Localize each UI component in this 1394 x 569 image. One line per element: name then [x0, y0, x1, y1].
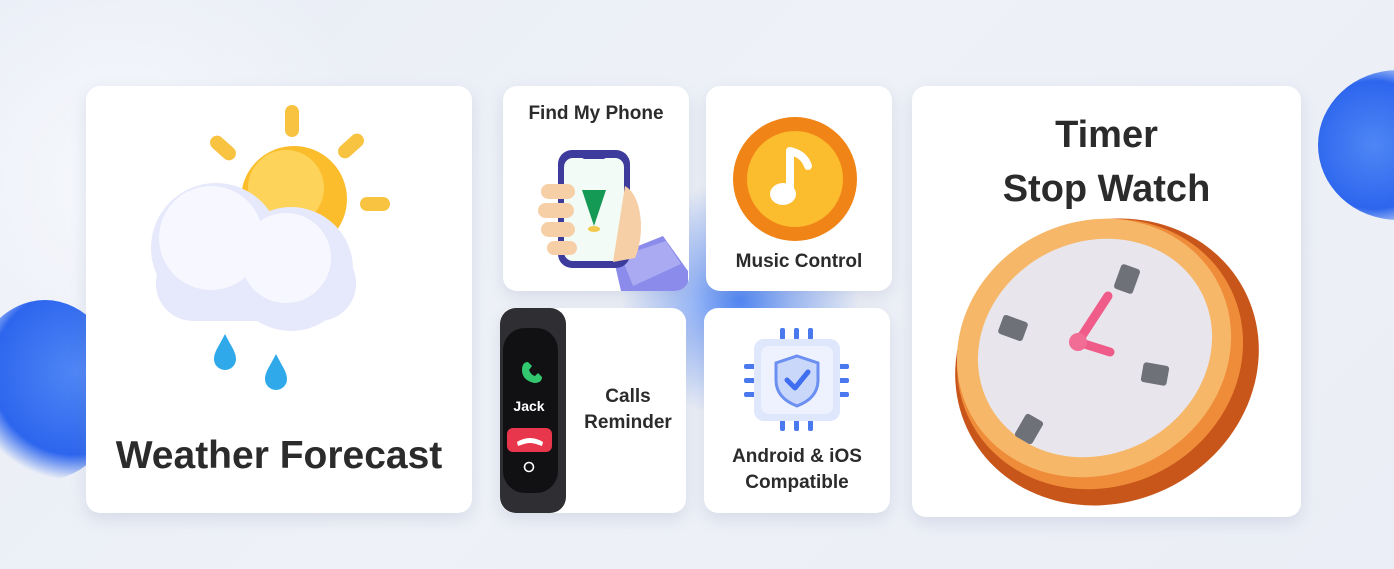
find-my-phone-card: Find My Phone [503, 86, 689, 291]
phone-locate-icon [538, 150, 688, 291]
compat-label-line1: Android & iOS [732, 446, 862, 467]
weather-forecast-card: Weather Forecast [86, 86, 472, 513]
timer-stopwatch-card: Timer Stop Watch [912, 86, 1301, 517]
background-blue-blob-right [1318, 70, 1394, 220]
music-control-card: Music Control [706, 86, 892, 291]
caller-name: Jack [513, 398, 545, 414]
calls-reminder-card: Jack Calls Reminder [500, 308, 686, 513]
calls-label-line1: Calls [605, 386, 651, 407]
compatibility-card: Android & iOS Compatible [704, 308, 890, 513]
feature-banner: Weather Forecast Find My Phone Music Con… [0, 0, 1394, 569]
music-control-label: Music Control [735, 251, 863, 272]
calls-label-line2: Reminder [584, 412, 672, 433]
clock-icon [955, 218, 1259, 506]
compat-label-line2: Compatible [745, 472, 849, 493]
weather-forecast-label: Weather Forecast [115, 434, 443, 477]
